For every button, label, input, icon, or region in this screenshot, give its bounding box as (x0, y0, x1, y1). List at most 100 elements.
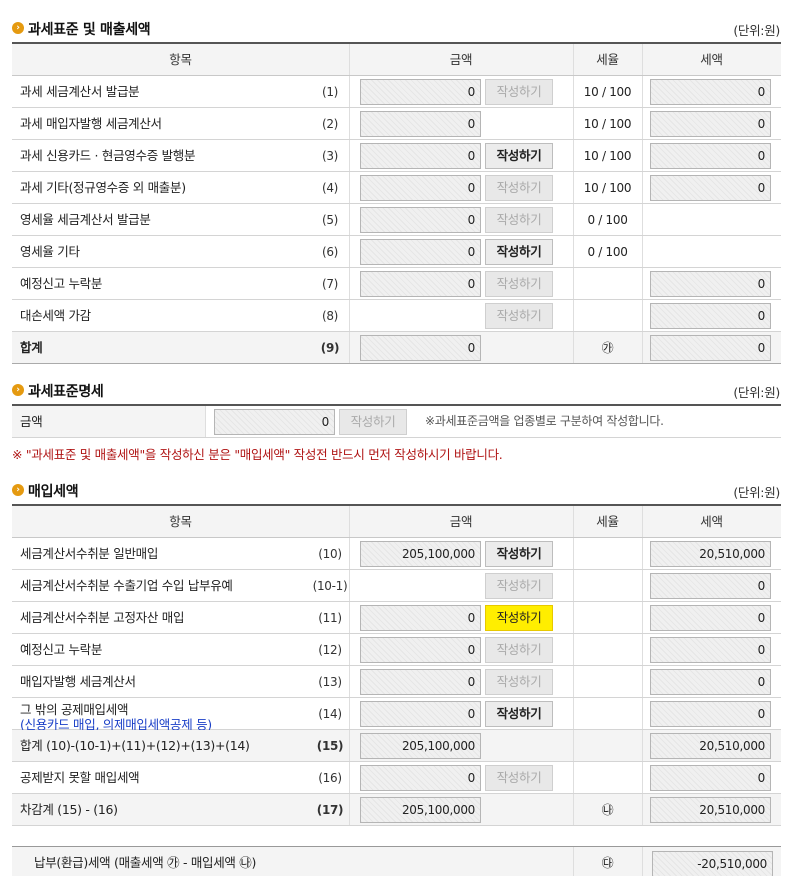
tax-rate: 0 / 100 (587, 213, 628, 227)
row-number: (10-1) (312, 579, 348, 593)
row-label: 세금계산서수취분 일반매입 (20, 546, 159, 561)
tax-field[interactable]: 0 (650, 143, 771, 169)
write-button[interactable]: 작성하기 (485, 175, 553, 201)
tax-field[interactable]: 0 (650, 701, 771, 727)
base-amount-field[interactable]: 0 (214, 409, 335, 435)
write-button[interactable]: 작성하기 (485, 303, 553, 329)
header-amount: 금액 (449, 514, 473, 529)
tax-field[interactable]: 20,510,000 (650, 797, 771, 823)
tax-field[interactable]: 0 (650, 303, 771, 329)
purchase-table: 항목 금액 세율 세액 세금계산서수취분 일반매입 (10) 205,100,000… (12, 504, 781, 826)
row-number: (8) (321, 309, 339, 323)
header-tax: 세액 (700, 52, 723, 67)
amount-field[interactable]: 0 (360, 111, 481, 137)
write-button[interactable]: 작성하기 (485, 271, 553, 297)
table-row: 세금계산서수취분 수출기업 수입 납부유예 (10-1) 작성하기 0 (12, 570, 781, 602)
table-row: 그 밖의 공제매입세액 (신용카드 매입, 의제매입세액공제 등) (14) 0 작성하… (12, 698, 781, 732)
total-amount-field[interactable]: 0 (360, 335, 481, 361)
amount-field[interactable]: 0 (360, 637, 481, 663)
amount-field[interactable]: 0 (360, 701, 481, 727)
tax-field[interactable]: 0 (650, 669, 771, 695)
write-button[interactable]: 작성하기 (485, 605, 553, 631)
row-label: 과세 매입자발행 세금계산서 (20, 116, 162, 131)
table-row: 차감계 (15) - (16) (17) 205,100,000 ㉯ 20,510,00… (12, 794, 781, 826)
header-tax: 세액 (700, 514, 723, 529)
table-row: 예정신고 누락분 (12) 0 작성하기 0 (12, 634, 781, 666)
row-number: (7) (321, 277, 339, 291)
write-button[interactable]: 작성하기 (485, 701, 553, 727)
table-row: 과세 매입자발행 세금계산서 (2) 0 10 / 100 0 (12, 108, 781, 140)
amount-field[interactable]: 0 (360, 271, 481, 297)
tax-rate: 0 / 100 (587, 245, 628, 259)
base-write-button[interactable]: 작성하기 (339, 409, 407, 435)
table-row: 대손세액 가감 (8) 작성하기 0 (12, 300, 781, 332)
table-row: 매입자발행 세금계산서 (13) 0 작성하기 0 (12, 666, 781, 698)
header-item: 항목 (169, 52, 192, 67)
table-row: 합계 (10)-(10-1)+(11)+(12)+(13)+(14) (15) 20… (12, 730, 781, 762)
row-label: 과세 신용카드 · 현금영수증 발행분 (20, 148, 196, 163)
payable-tax-field[interactable]: -20,510,000 (652, 851, 773, 876)
amount-field[interactable]: 0 (360, 239, 481, 265)
tax-field[interactable]: 20,510,000 (650, 541, 771, 567)
row-number: (2) (321, 117, 339, 131)
write-button[interactable]: 작성하기 (485, 637, 553, 663)
write-button[interactable]: 작성하기 (485, 79, 553, 105)
base-amount-label: 금액 (20, 414, 43, 429)
header-amount: 금액 (449, 52, 473, 67)
payable-row: 납부(환급)세액 (매출세액 ㉮ - 매입세액 ㉯) ㉰ -20,510,000 (12, 846, 781, 876)
header-item: 항목 (169, 514, 192, 529)
tax-field[interactable]: 0 (650, 605, 771, 631)
row-label: 과세 기타(정규영수증 외 매출분) (20, 180, 186, 195)
tax-field[interactable]: 20,510,000 (650, 733, 771, 759)
tax-field[interactable]: 0 (650, 271, 771, 297)
row-number: (12) (318, 643, 342, 657)
tax-rate: 10 / 100 (583, 149, 632, 163)
unit-label: (단위:원) (733, 23, 780, 38)
write-button[interactable]: 작성하기 (485, 207, 553, 233)
row-label: 과세 세금계산서 발급분 (20, 84, 140, 99)
amount-field[interactable]: 0 (360, 765, 481, 791)
tax-field[interactable]: 0 (650, 573, 771, 599)
amount-field[interactable]: 0 (360, 669, 481, 695)
write-button[interactable]: 작성하기 (485, 765, 553, 791)
section-title: 과세표준 및 매출세액 (28, 22, 151, 38)
total-tax-field[interactable]: 0 (650, 335, 771, 361)
write-button[interactable]: 작성하기 (485, 573, 553, 599)
amount-field[interactable]: 205,100,000 (360, 733, 481, 759)
row-label-group: 그 밖의 공제매입세액 (신용카드 매입, 의제매입세액공제 등) (20, 702, 212, 732)
sales-table: 항목 금액 세율 세액 과세 세금계산서 발급분 (1) 0 작성하기 10 / 100… (12, 42, 781, 364)
section-title: 매입세액 (28, 484, 79, 500)
row-number: (10) (318, 547, 342, 561)
amount-field[interactable]: 0 (360, 175, 481, 201)
warning-text: ※ "과세표준 및 매출세액"을 작성하신 분은 "매입세액" 작성전 반드시 … (12, 447, 503, 462)
section-bullet-icon: › (12, 22, 24, 34)
row-number: (5) (321, 213, 339, 227)
unit-label: (단위:원) (733, 485, 780, 500)
amount-field[interactable]: 0 (360, 143, 481, 169)
section-bullet-icon: › (12, 484, 24, 496)
tax-field[interactable]: 0 (650, 175, 771, 201)
total-symbol: ㉮ (601, 341, 614, 355)
amount-field[interactable]: 205,100,000 (360, 541, 481, 567)
amount-field[interactable]: 0 (360, 207, 481, 233)
write-button[interactable]: 작성하기 (485, 239, 553, 265)
write-button[interactable]: 작성하기 (485, 541, 553, 567)
table-row: 과세 신용카드 · 현금영수증 발행분 (3) 0 작성하기 10 / 100 0 (12, 140, 781, 172)
row-label: 합계 (10)-(10-1)+(11)+(12)+(13)+(14) (20, 738, 250, 753)
row-number: (11) (318, 611, 342, 625)
tax-field[interactable]: 0 (650, 79, 771, 105)
row-number: (16) (318, 771, 342, 785)
amount-field[interactable]: 0 (360, 605, 481, 631)
tax-field[interactable]: 0 (650, 111, 771, 137)
base-section-header: › 과세표준명세 (단위:원) (12, 380, 780, 402)
write-button[interactable]: 작성하기 (485, 143, 553, 169)
row-label: 영세율 기타 (20, 244, 80, 259)
tax-field[interactable]: 0 (650, 637, 771, 663)
row-label: 차감계 (15) - (16) (20, 802, 118, 817)
amount-field[interactable]: 205,100,000 (360, 797, 481, 823)
tax-field[interactable]: 0 (650, 765, 771, 791)
row-number: (3) (321, 149, 339, 163)
write-button[interactable]: 작성하기 (485, 669, 553, 695)
row-label: 대손세액 가감 (20, 308, 91, 323)
amount-field[interactable]: 0 (360, 79, 481, 105)
